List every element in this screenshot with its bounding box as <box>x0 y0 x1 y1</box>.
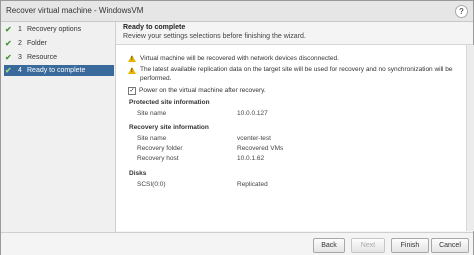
step-label: Recovery options <box>27 26 82 33</box>
window-title: Recover virtual machine - WindowsVM <box>6 6 144 15</box>
step-number: 4 <box>18 67 22 74</box>
wizard-footer: Back Next Finish Cancel <box>1 232 473 255</box>
recovery-host-value: 10.0.1.62 <box>237 155 265 162</box>
recover-vm-dialog: Recover virtual machine - WindowsVM ? ✔ … <box>0 0 474 255</box>
recovery-host-label: Recovery host <box>137 155 179 162</box>
checkmark-icon: ✔ <box>5 39 12 48</box>
wizard-steps-sidebar: ✔ 1 Recovery options ✔ 2 Folder ✔ 3 Reso… <box>1 22 116 232</box>
power-on-checkbox[interactable]: ✓ <box>128 87 136 95</box>
step-label: Folder <box>27 40 47 47</box>
page-subtitle: Review your settings selections before f… <box>123 33 306 40</box>
disk-name: SCSI(0:0) <box>137 181 166 188</box>
protected-site-name-label: Site name <box>137 110 167 117</box>
next-button[interactable]: Next <box>351 238 385 253</box>
step-folder[interactable]: ✔ 2 Folder <box>4 38 114 49</box>
finish-button[interactable]: Finish <box>391 238 429 253</box>
disks-heading: Disks <box>129 170 147 177</box>
page-title: Ready to complete <box>123 24 186 31</box>
recovery-site-name-label: Site name <box>137 135 167 142</box>
step-label: Resource <box>27 54 57 61</box>
help-icon[interactable]: ? <box>455 5 468 18</box>
checkmark-icon: ✔ <box>5 25 12 34</box>
power-on-label: Power on the virtual machine after recov… <box>139 87 266 94</box>
recovery-folder-value: Recovered VMs <box>237 145 284 152</box>
back-button[interactable]: Back <box>313 238 345 253</box>
checkmark-icon: ✔ <box>5 66 12 75</box>
disk-status: Replicated <box>237 181 268 188</box>
page-header: Ready to complete Review your settings s… <box>116 22 473 45</box>
vertical-scrollbar[interactable] <box>466 45 474 231</box>
summary-content: Virtual machine will be recovered with n… <box>116 45 466 231</box>
recovery-site-name-value: vcenter-test <box>237 135 271 142</box>
cancel-button[interactable]: Cancel <box>431 238 469 253</box>
warning-icon <box>128 55 136 62</box>
replication-warning-text-cont: performed. <box>140 75 172 82</box>
step-number: 3 <box>18 54 22 61</box>
step-number: 1 <box>18 26 22 33</box>
step-label: Ready to complete <box>27 67 86 74</box>
protected-site-name-value: 10.0.0.127 <box>237 110 268 117</box>
recovery-site-heading: Recovery site information <box>129 124 209 131</box>
replication-warning-text: The latest available replication data on… <box>140 66 453 73</box>
step-ready-to-complete[interactable]: ✔ 4 Ready to complete <box>4 65 114 76</box>
step-resource[interactable]: ✔ 3 Resource <box>4 52 114 63</box>
checkmark-icon: ✔ <box>5 53 12 62</box>
protected-site-heading: Protected site information <box>129 99 210 106</box>
wizard-main-panel: Ready to complete Review your settings s… <box>116 22 474 232</box>
step-recovery-options[interactable]: ✔ 1 Recovery options <box>4 24 114 35</box>
recovery-folder-label: Recovery folder <box>137 145 183 152</box>
warning-icon <box>128 67 136 74</box>
title-bar: Recover virtual machine - WindowsVM ? <box>1 1 473 22</box>
step-number: 2 <box>18 40 22 47</box>
network-warning-text: Virtual machine will be recovered with n… <box>140 55 339 62</box>
